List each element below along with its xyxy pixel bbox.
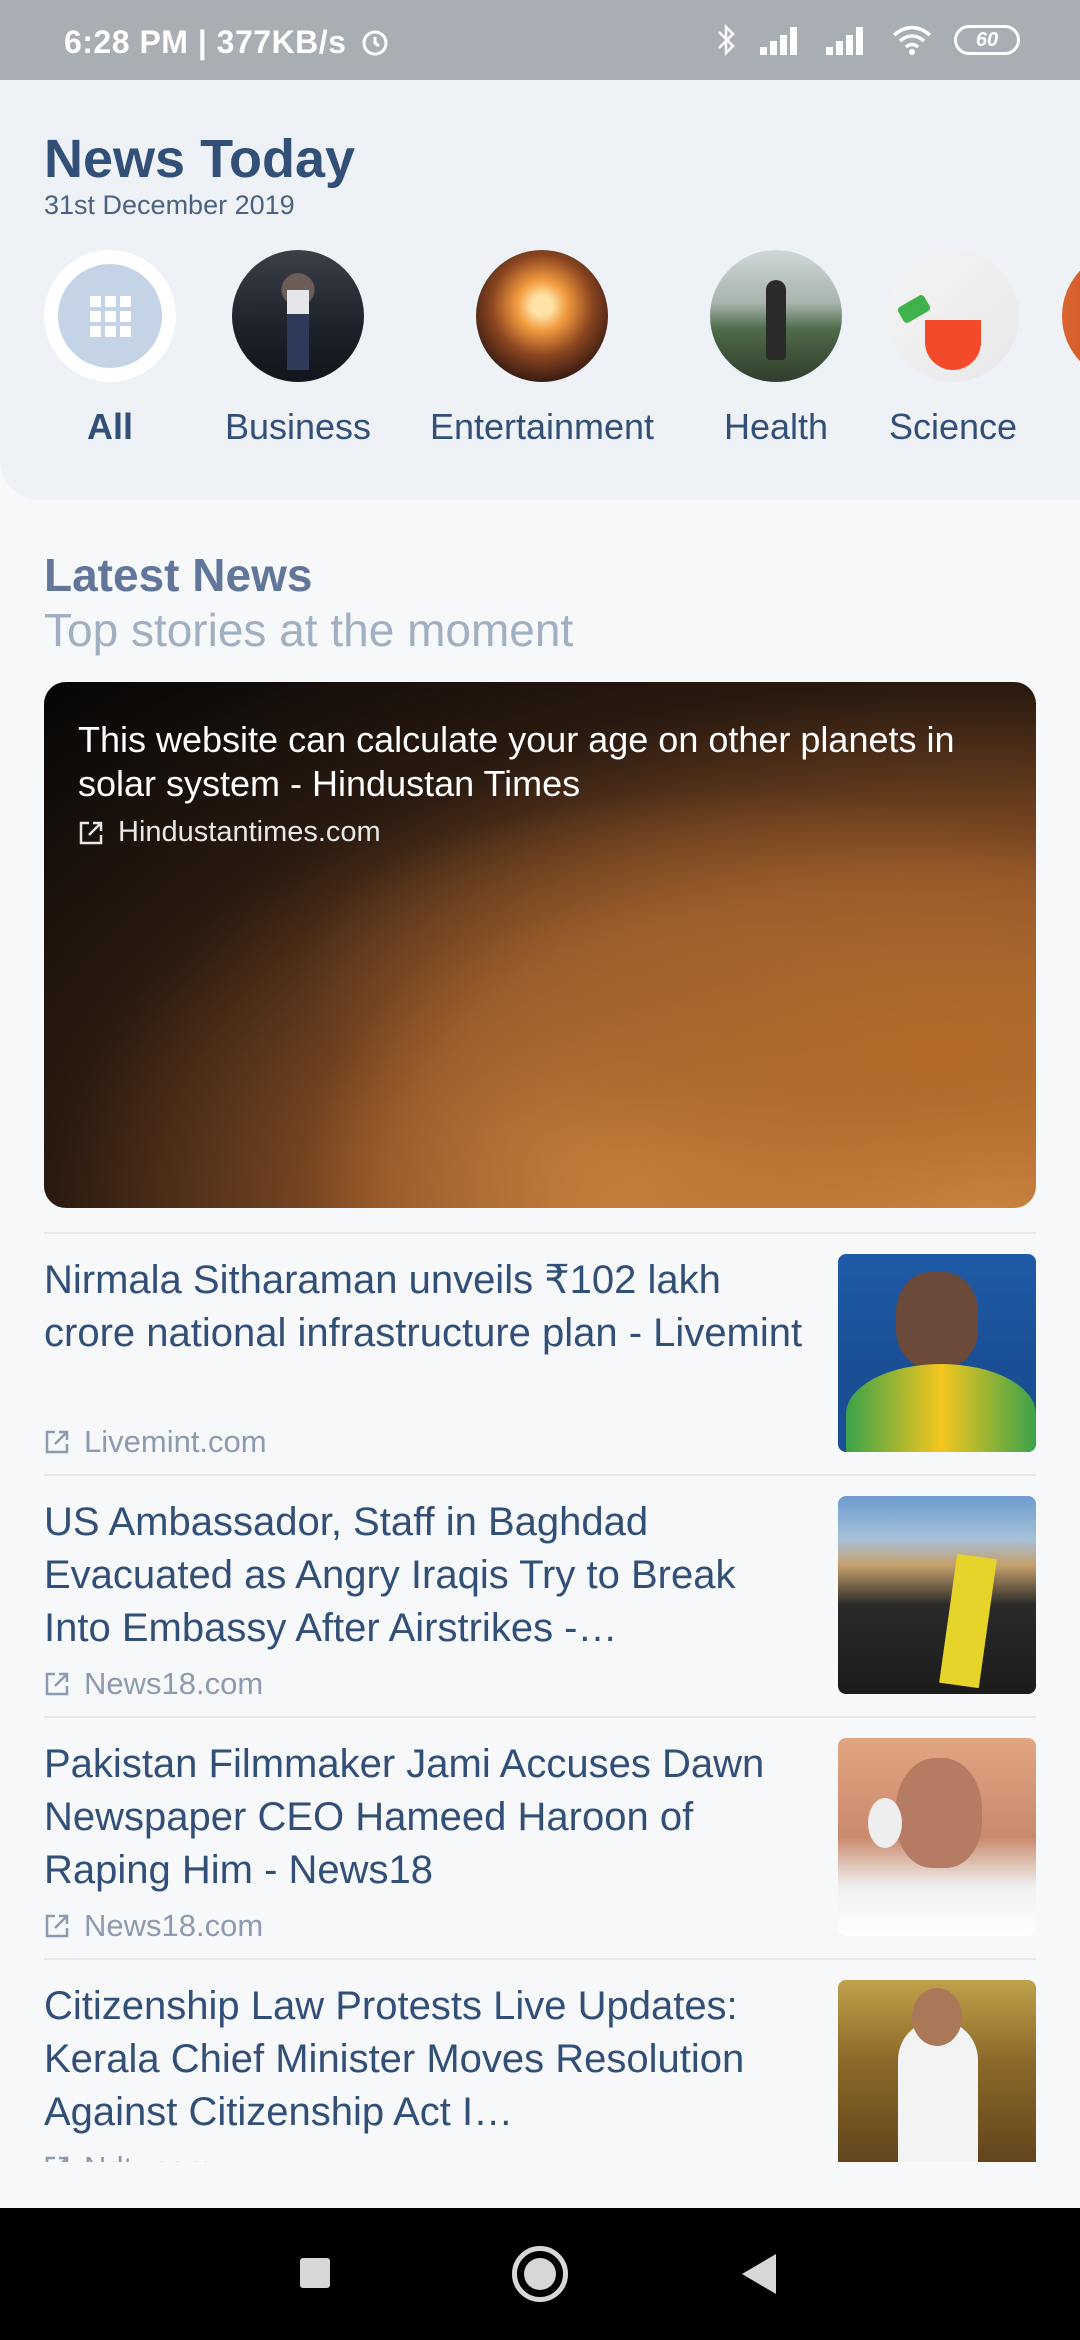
category-strip[interactable]: All Business Entertainment Health Scienc… — [0, 250, 1080, 470]
news-thumbnail[interactable] — [838, 1254, 1036, 1452]
category-science[interactable]: Science — [843, 250, 1063, 448]
app-header: News Today 31st December 2019 All Busine… — [0, 80, 1080, 500]
home-button[interactable] — [512, 2246, 568, 2302]
app-date: 31st December 2019 — [44, 190, 295, 220]
divider — [44, 1232, 1036, 1234]
news-thumbnail[interactable] — [838, 1738, 1036, 1936]
category-all-thumb[interactable] — [44, 250, 176, 382]
news-item[interactable]: Nirmala Sitharaman unveils ₹102 lakh cro… — [44, 1254, 1036, 1494]
back-button[interactable] — [742, 2254, 776, 2294]
home-icon — [524, 2258, 556, 2290]
battery-level: 60 — [975, 28, 999, 51]
signal-icon — [826, 25, 870, 55]
news-source-label: News18.com — [84, 1666, 264, 1701]
system-nav-bar — [0, 2208, 1080, 2340]
clock-text: 6:28 PM — [64, 24, 189, 60]
divider — [44, 1958, 1036, 1960]
status-bar: 6:28 PM | 377KB/s 60 — [0, 0, 1080, 80]
news-title: Pakistan Filmmaker Jami Accuses Dawn New… — [44, 1742, 765, 1892]
health-image[interactable] — [710, 250, 842, 382]
category-all[interactable]: All — [0, 250, 220, 448]
entertainment-image[interactable] — [476, 250, 608, 382]
next-category-image[interactable] — [1062, 250, 1080, 382]
recent-apps-button[interactable] — [300, 2258, 330, 2288]
status-time: 6:28 PM | 377KB/s — [64, 24, 390, 61]
news-title: Nirmala Sitharaman unveils ₹102 lakh cro… — [44, 1258, 803, 1355]
category-label: Health — [723, 406, 829, 447]
list-bottom-edge — [0, 2162, 1080, 2208]
news-thumbnail[interactable] — [838, 1496, 1036, 1694]
battery-icon: 60 — [954, 25, 1020, 55]
featured-source-label: Hindustantimes.com — [118, 816, 381, 848]
divider — [44, 1716, 1036, 1718]
category-entertainment[interactable]: Entertainment — [429, 250, 655, 448]
news-item[interactable]: US Ambassador, Staff in Baghdad Evacuate… — [44, 1496, 1036, 1736]
news-source[interactable]: Livemint.com — [44, 1424, 267, 1460]
alarm-icon — [362, 30, 388, 56]
external-link-icon — [79, 821, 103, 844]
category-label: All — [86, 406, 133, 447]
network-speed: 377KB/s — [216, 24, 347, 60]
external-link-icon — [45, 1672, 69, 1696]
category-label: Entertainment — [429, 406, 655, 447]
news-source-label: News18.com — [84, 1908, 264, 1943]
wifi-icon — [892, 25, 932, 55]
section-subtitle: Top stories at the moment — [44, 604, 574, 656]
app-title: News Today — [44, 129, 356, 189]
news-source-label: Livemint.com — [84, 1424, 267, 1459]
featured-source[interactable]: Hindustantimes.com — [78, 816, 381, 849]
category-next-peek[interactable] — [1062, 250, 1080, 382]
bluetooth-icon — [718, 23, 735, 57]
category-business[interactable]: Business — [188, 250, 408, 448]
featured-news-card[interactable]: This website can calculate your age on o… — [44, 682, 1036, 1208]
news-thumbnail[interactable] — [838, 1980, 1036, 2178]
category-label: Business — [224, 406, 372, 447]
external-link-icon — [45, 1430, 69, 1454]
divider — [44, 1474, 1036, 1476]
news-source[interactable]: News18.com — [44, 1908, 263, 1944]
news-title: US Ambassador, Staff in Baghdad Evacuate… — [44, 1500, 736, 1650]
external-link-icon — [45, 1914, 69, 1938]
science-image[interactable] — [887, 250, 1019, 382]
business-image[interactable] — [232, 250, 364, 382]
news-source[interactable]: News18.com — [44, 1666, 263, 1702]
section-title: Latest News — [44, 549, 313, 601]
news-item[interactable]: Pakistan Filmmaker Jami Accuses Dawn New… — [44, 1738, 1036, 1978]
news-title: Citizenship Law Protests Live Updates: K… — [44, 1984, 745, 2134]
signal-icon — [760, 25, 804, 55]
status-icons: 60 — [716, 20, 1020, 60]
category-label: Science — [888, 406, 1018, 447]
featured-title: This website can calculate your age on o… — [78, 719, 955, 804]
grid-icon — [89, 295, 131, 337]
